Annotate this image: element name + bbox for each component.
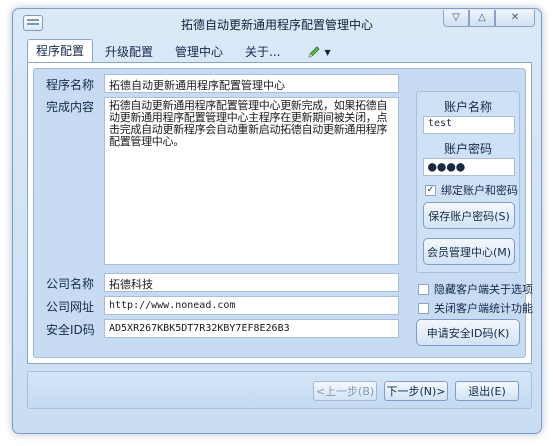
next-step-button[interactable]: 下一步(N)> bbox=[384, 381, 448, 401]
window-controls: ▽ △ ✕ bbox=[443, 10, 535, 27]
prev-step-button[interactable]: <上一步(B) bbox=[313, 381, 377, 401]
tab-bar: 程序配置 升级配置 管理中心 关于... ▼ bbox=[27, 39, 337, 62]
security-id-input[interactable]: AD5XR267KBK5DT7R32KBY7EF8E26B3 bbox=[104, 319, 399, 338]
title-bar[interactable]: 拓德自动更新通用程序配置管理中心 ▽ △ ✕ bbox=[13, 9, 541, 37]
pencil-icon bbox=[307, 46, 320, 58]
disable-stats-label: 关闭客户端统计功能 bbox=[434, 302, 533, 315]
bind-account-checkbox[interactable]: ✓ bbox=[425, 184, 436, 196]
minimize-button[interactable]: ▽ bbox=[443, 10, 469, 27]
hide-about-option[interactable]: 隐藏客户端关于选项 bbox=[418, 281, 533, 297]
program-name-label: 程序名称 bbox=[46, 78, 95, 92]
chevron-down-icon: ▼ bbox=[324, 47, 331, 57]
disable-stats-option[interactable]: 关闭客户端统计功能 bbox=[418, 300, 533, 316]
hide-about-label: 隐藏客户端关于选项 bbox=[434, 283, 533, 296]
company-name-label: 公司名称 bbox=[46, 277, 95, 291]
bind-account-label: 绑定账户和密码 bbox=[441, 184, 518, 197]
account-box: 账户名称 test 账户密码 ●●●● ✓ 绑定账户和密码 保存账户密码(S) … bbox=[416, 91, 520, 273]
tab-about[interactable]: 关于... bbox=[235, 42, 290, 62]
member-center-button[interactable]: 会员管理中心(M) bbox=[423, 238, 515, 265]
tab-program-config[interactable]: 程序配置 bbox=[27, 39, 94, 62]
tab-panel: 程序名称 拓德自动更新通用程序配置管理中心 完成内容 拓德自动更新通用程序配置管… bbox=[27, 62, 533, 364]
main-window: 拓德自动更新通用程序配置管理中心 ▽ △ ✕ 程序配置 升级配置 管理中心 关于… bbox=[12, 8, 542, 434]
account-name-input[interactable]: test bbox=[423, 116, 515, 134]
company-url-input[interactable]: http://www.nonead.com bbox=[104, 296, 399, 315]
maximize-button[interactable]: △ bbox=[469, 10, 495, 27]
tab-upgrade-config[interactable]: 升级配置 bbox=[95, 42, 163, 62]
config-group: 程序名称 拓德自动更新通用程序配置管理中心 完成内容 拓德自动更新通用程序配置管… bbox=[33, 68, 533, 358]
request-security-id-button[interactable]: 申请安全ID码(K) bbox=[416, 319, 520, 346]
close-button[interactable]: ✕ bbox=[495, 10, 535, 27]
account-name-label: 账户名称 bbox=[443, 100, 492, 114]
company-name-input[interactable]: 拓德科技 bbox=[104, 273, 399, 292]
account-password-input[interactable]: ●●●● bbox=[423, 158, 515, 176]
exit-button[interactable]: 退出(E) bbox=[455, 381, 519, 401]
hide-about-checkbox[interactable] bbox=[418, 283, 429, 295]
security-id-label: 安全ID码 bbox=[46, 323, 95, 337]
account-password-label: 账户密码 bbox=[443, 142, 492, 156]
bind-account-checkbox-row[interactable]: ✓ 绑定账户和密码 bbox=[425, 182, 518, 198]
disable-stats-checkbox[interactable] bbox=[418, 302, 429, 314]
save-account-button[interactable]: 保存账户密码(S) bbox=[423, 202, 515, 229]
content-label: 完成内容 bbox=[46, 100, 95, 114]
content-textarea[interactable]: 拓德自动更新通用程序配置管理中心更新完成，如果拓德自动更新通用程序配置管理中心主… bbox=[104, 97, 399, 265]
program-name-input[interactable]: 拓德自动更新通用程序配置管理中心 bbox=[104, 74, 399, 93]
tab-management-center[interactable]: 管理中心 bbox=[165, 42, 233, 62]
tab-tools-dropdown[interactable]: ▼ bbox=[293, 42, 337, 62]
footer-bar: <上一步(B) 下一步(N)> 退出(E) bbox=[27, 371, 532, 409]
company-url-label: 公司网址 bbox=[46, 300, 95, 314]
